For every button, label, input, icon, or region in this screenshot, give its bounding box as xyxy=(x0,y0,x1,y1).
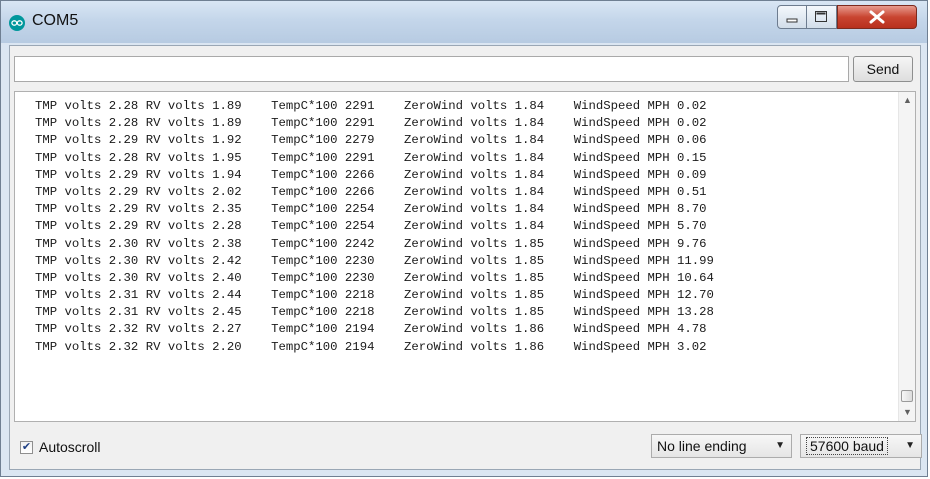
close-button[interactable] xyxy=(837,5,917,29)
output-lines: TMP volts 2.28 RV volts 1.89 TempC*100 2… xyxy=(35,98,714,356)
baud-rate-value: 57600 baud xyxy=(806,437,888,455)
footer-bar: ✔ Autoscroll No line ending ▼ 57600 baud… xyxy=(10,422,922,471)
send-button[interactable]: Send xyxy=(853,56,913,82)
title-bar[interactable]: COM5 xyxy=(1,1,927,43)
output-line: TMP volts 2.29 RV volts 2.28 TempC*100 2… xyxy=(35,219,707,234)
serial-output[interactable]: TMP volts 2.28 RV volts 1.89 TempC*100 2… xyxy=(14,91,916,422)
arduino-icon xyxy=(9,15,25,31)
minimize-icon xyxy=(786,18,798,23)
close-icon xyxy=(869,10,885,24)
maximize-icon xyxy=(815,11,827,22)
window-title: COM5 xyxy=(32,12,79,29)
output-line: TMP volts 2.29 RV volts 2.35 TempC*100 2… xyxy=(35,202,707,217)
output-line: TMP volts 2.28 RV volts 1.95 TempC*100 2… xyxy=(35,150,707,165)
output-line: TMP volts 2.28 RV volts 1.89 TempC*100 2… xyxy=(35,116,707,131)
output-line: TMP volts 2.29 RV volts 2.02 TempC*100 2… xyxy=(35,184,707,199)
output-line: TMP volts 2.30 RV volts 2.42 TempC*100 2… xyxy=(35,253,714,268)
output-line: TMP volts 2.32 RV volts 2.27 TempC*100 2… xyxy=(35,322,707,337)
output-line: TMP volts 2.32 RV volts 2.20 TempC*100 2… xyxy=(35,339,707,354)
serial-monitor-window: COM5 Send TMP volts 2.28 RV volts 1.89 T… xyxy=(0,0,928,477)
serial-monitor-panel: Send TMP volts 2.28 RV volts 1.89 TempC*… xyxy=(9,45,922,471)
output-line: TMP volts 2.29 RV volts 1.94 TempC*100 2… xyxy=(35,167,707,182)
line-ending-value: No line ending xyxy=(657,438,747,454)
output-line: TMP volts 2.30 RV volts 2.40 TempC*100 2… xyxy=(35,270,714,285)
vertical-scrollbar[interactable]: ▲ ▼ xyxy=(898,92,915,421)
autoscroll-toggle[interactable]: ✔ Autoscroll xyxy=(20,439,100,455)
autoscroll-checkbox[interactable]: ✔ xyxy=(20,440,33,454)
line-ending-select[interactable]: No line ending ▼ xyxy=(651,434,792,458)
output-line: TMP volts 2.31 RV volts 2.44 TempC*100 2… xyxy=(35,288,714,303)
chevron-down-icon: ▼ xyxy=(775,440,785,451)
checkmark-icon: ✔ xyxy=(21,440,32,453)
chevron-down-icon: ▼ xyxy=(905,440,915,451)
output-line: TMP volts 2.31 RV volts 2.45 TempC*100 2… xyxy=(35,305,714,320)
output-line: TMP volts 2.28 RV volts 1.89 TempC*100 2… xyxy=(35,99,707,113)
serial-input[interactable] xyxy=(14,56,849,82)
output-line: TMP volts 2.30 RV volts 2.38 TempC*100 2… xyxy=(35,236,707,251)
scroll-down-icon[interactable]: ▼ xyxy=(899,404,915,421)
baud-rate-select[interactable]: 57600 baud ▼ xyxy=(800,434,922,458)
autoscroll-label: Autoscroll xyxy=(39,439,101,455)
scroll-up-icon[interactable]: ▲ xyxy=(899,92,915,109)
scrollbar-thumb[interactable] xyxy=(901,390,913,402)
minimize-button[interactable] xyxy=(777,5,807,29)
maximize-button[interactable] xyxy=(807,5,837,29)
output-line: TMP volts 2.29 RV volts 1.92 TempC*100 2… xyxy=(35,133,707,148)
